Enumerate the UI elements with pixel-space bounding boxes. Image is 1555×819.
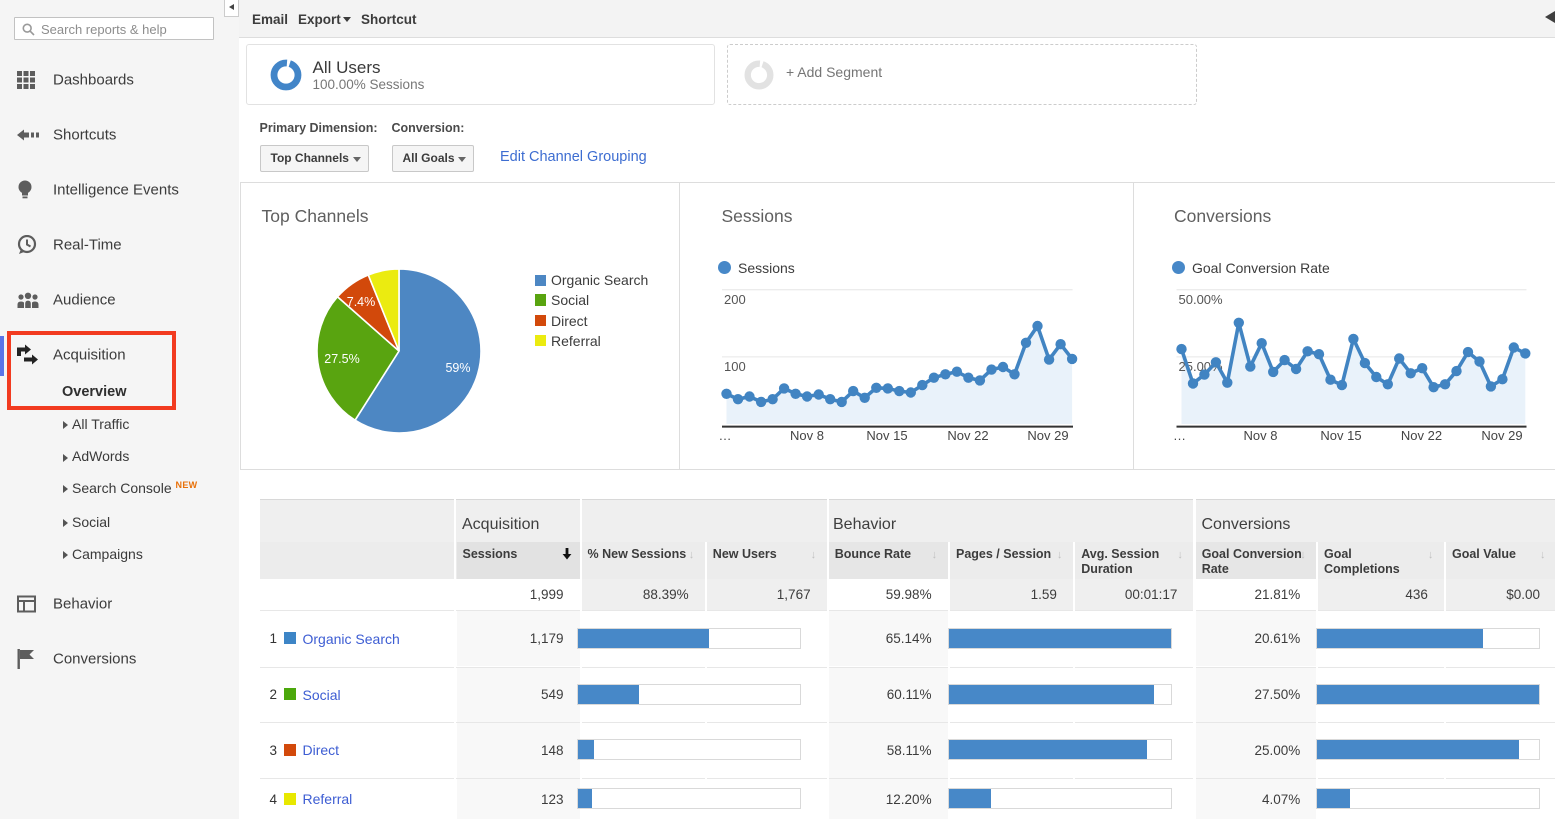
svg-text:7.4%: 7.4%: [347, 295, 376, 309]
svg-text:59%: 59%: [445, 361, 470, 375]
svg-text:100: 100: [724, 359, 746, 374]
svg-text:200: 200: [724, 292, 746, 307]
svg-text:Nov 29: Nov 29: [1481, 428, 1522, 443]
svg-text:…: …: [719, 428, 732, 443]
svg-text:27.5%: 27.5%: [324, 352, 359, 366]
svg-text:…: …: [1173, 428, 1186, 443]
svg-text:Nov 8: Nov 8: [790, 428, 824, 443]
svg-text:Nov 15: Nov 15: [1320, 428, 1361, 443]
svg-text:Nov 8: Nov 8: [1243, 428, 1277, 443]
svg-text:50.00%: 50.00%: [1178, 292, 1223, 307]
svg-text:Nov 15: Nov 15: [866, 428, 907, 443]
svg-text:Nov 29: Nov 29: [1027, 428, 1068, 443]
svg-text:Nov 22: Nov 22: [947, 428, 988, 443]
svg-text:Nov 22: Nov 22: [1400, 428, 1441, 443]
